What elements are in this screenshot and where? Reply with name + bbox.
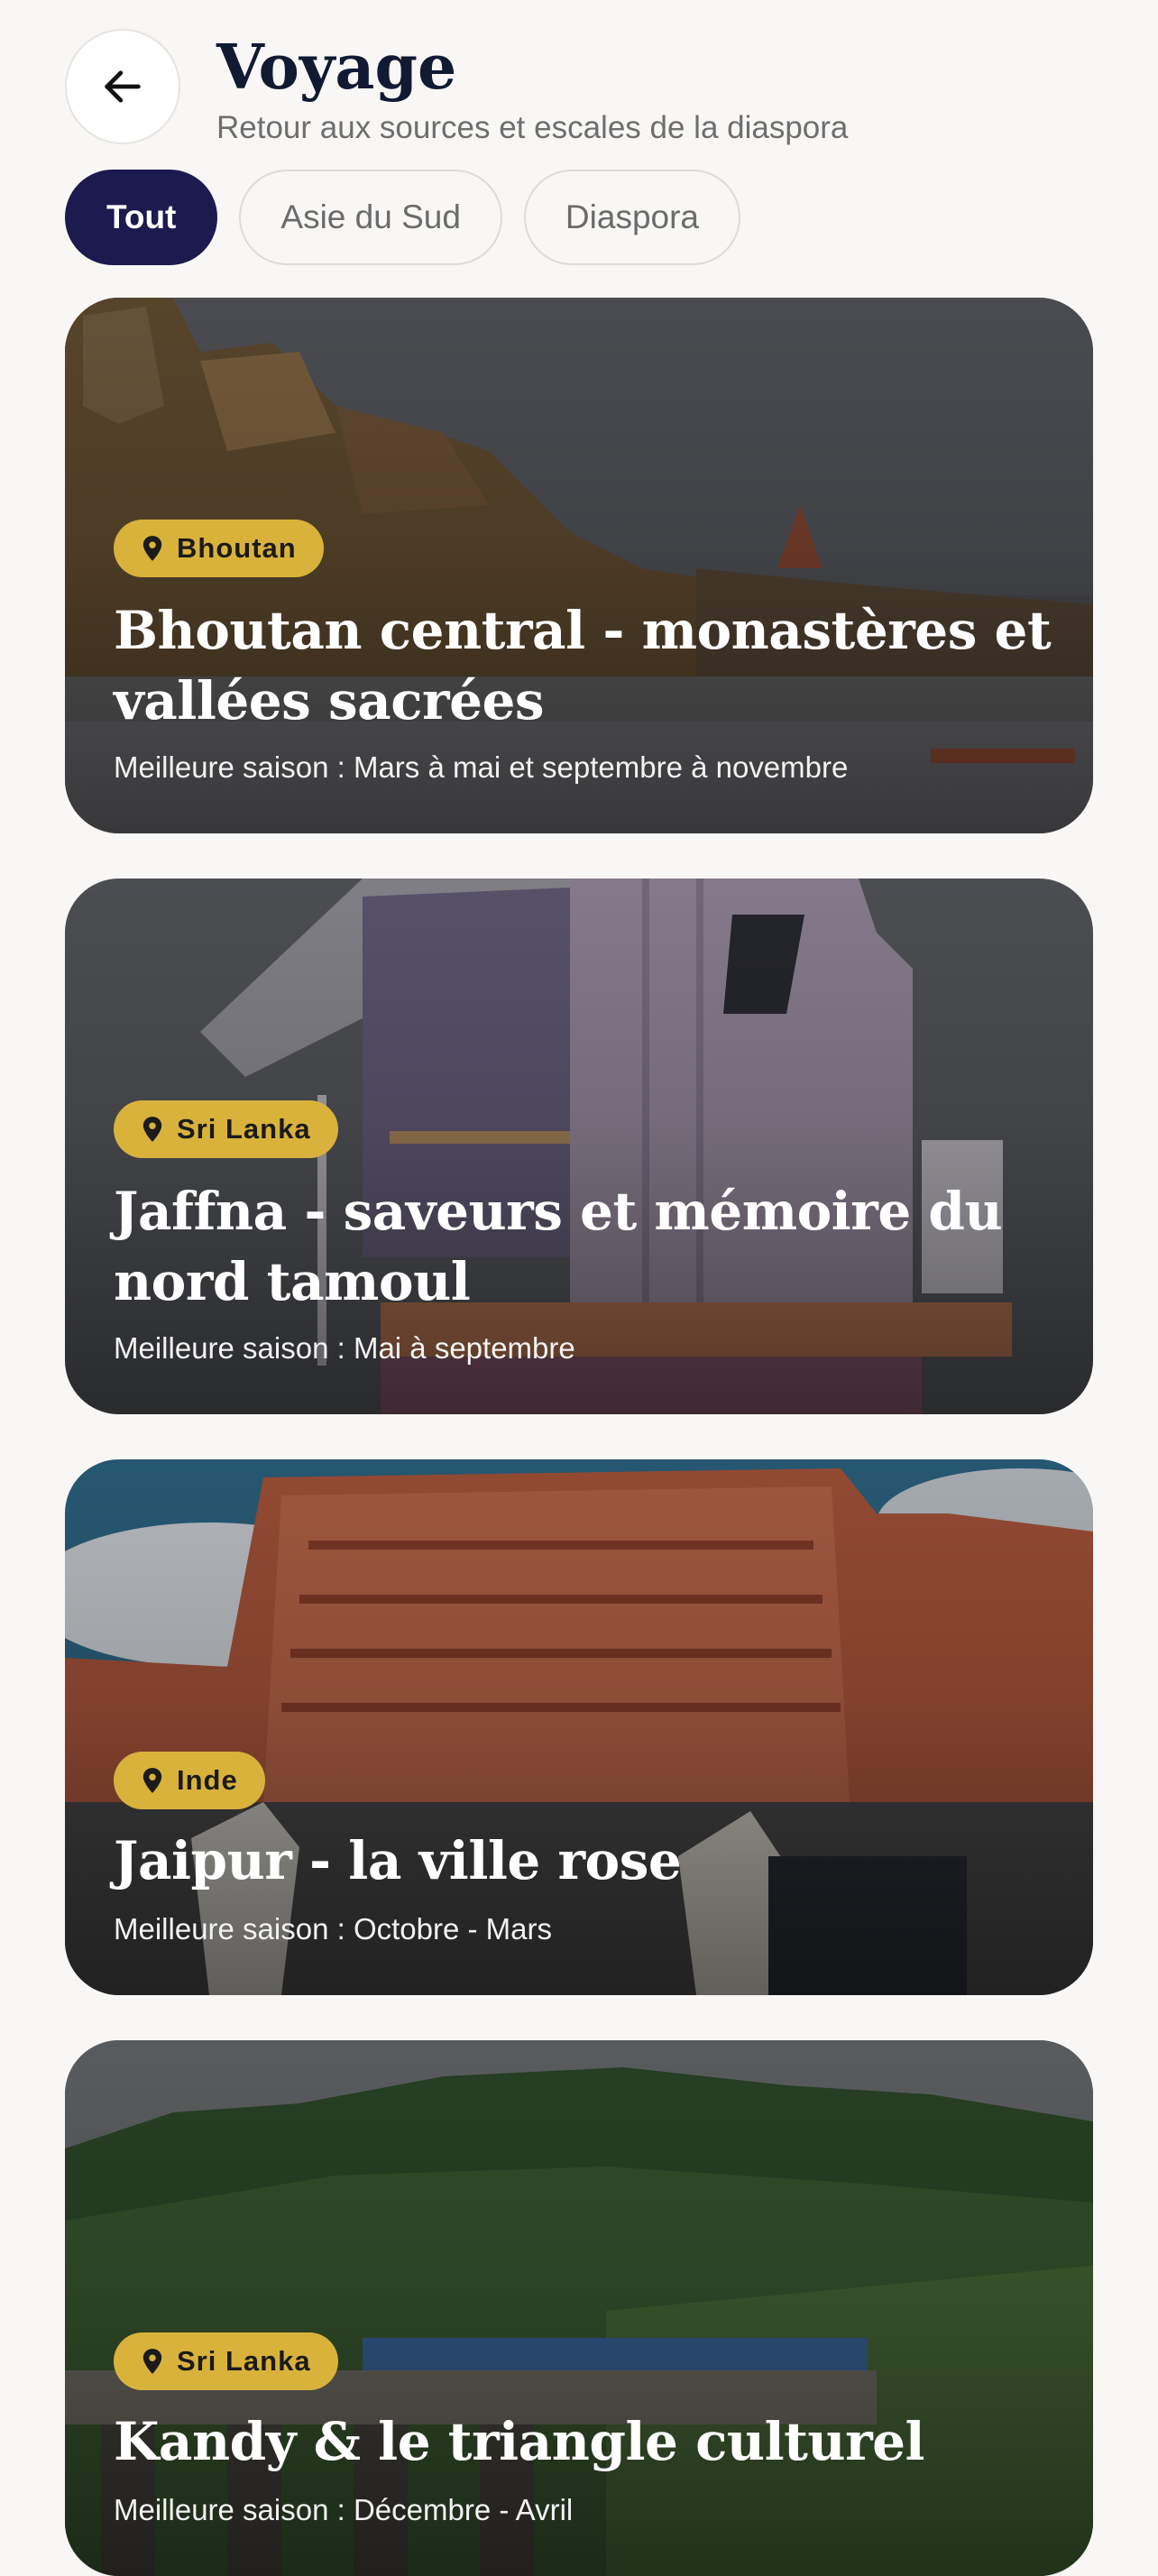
location-badge-label: Bhoutan xyxy=(177,532,297,564)
filter-chip-tout[interactable]: Tout xyxy=(65,170,218,265)
map-pin-icon xyxy=(142,536,162,561)
location-badge: Inde xyxy=(114,1752,265,1809)
location-badge: Bhoutan xyxy=(114,520,324,577)
map-pin-icon xyxy=(142,1117,162,1142)
location-badge-label: Sri Lanka xyxy=(177,2345,311,2377)
filter-chip-asie-du-sud[interactable]: Asie du Sud xyxy=(239,170,502,265)
filter-chips: Tout Asie du Sud Diaspora xyxy=(65,170,740,265)
card-season: Meilleure saison : Mai à septembre xyxy=(114,1331,575,1365)
filter-chip-diaspora[interactable]: Diaspora xyxy=(523,170,740,265)
destination-card[interactable]: Sri Lanka Kandy & le triangle culturel M… xyxy=(65,2040,1093,2576)
destination-card[interactable]: Inde Jaipur - la ville rose Meilleure sa… xyxy=(65,1459,1093,1995)
page-title: Voyage xyxy=(216,32,457,104)
location-badge: Sri Lanka xyxy=(114,2332,338,2390)
card-title: Jaipur - la ville rose xyxy=(114,1830,682,1891)
card-title: Kandy & le triangle culturel xyxy=(114,2411,925,2472)
card-title: Bhoutan central - monastères et vallées … xyxy=(114,600,1052,731)
map-pin-icon xyxy=(142,1768,162,1793)
page-header: Voyage Retour aux sources et escales de … xyxy=(65,29,1093,146)
card-season: Meilleure saison : Mars à mai et septemb… xyxy=(114,750,849,784)
map-pin-icon xyxy=(142,2349,162,2374)
destination-card[interactable]: Bhoutan Bhoutan central - monastères et … xyxy=(65,298,1093,833)
card-season: Meilleure saison : Décembre - Avril xyxy=(114,2493,574,2526)
card-title: Jaffna - saveurs et mémoire du nord tamo… xyxy=(114,1181,1003,1312)
location-badge-label: Sri Lanka xyxy=(177,1113,311,1145)
destination-card[interactable]: Sri Lanka Jaffna - saveurs et mémoire du… xyxy=(65,879,1093,1414)
card-season: Meilleure saison : Octobre - Mars xyxy=(114,1912,552,1946)
back-button[interactable] xyxy=(65,29,180,144)
page-subtitle: Retour aux sources et escales de la dias… xyxy=(216,110,849,145)
location-badge: Sri Lanka xyxy=(114,1100,338,1158)
arrow-left-icon xyxy=(105,70,141,103)
location-badge-label: Inde xyxy=(177,1764,238,1796)
